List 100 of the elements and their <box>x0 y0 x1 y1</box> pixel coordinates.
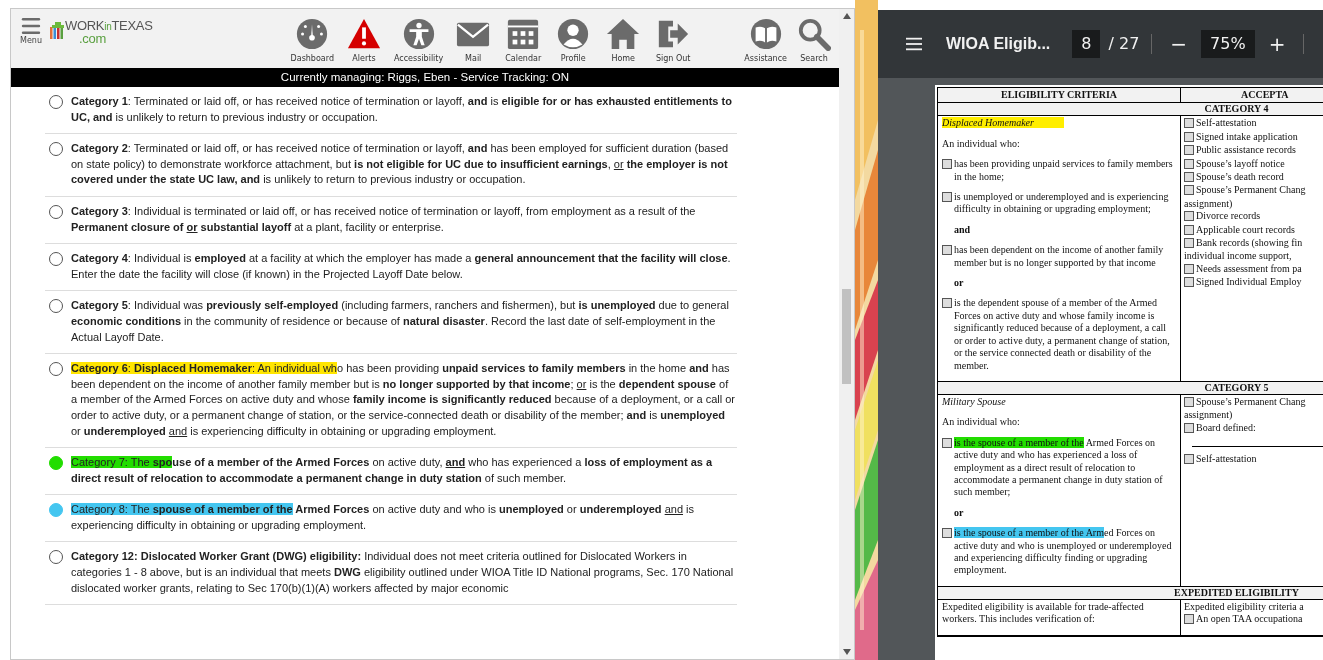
connector-text: and <box>953 223 972 237</box>
checkbox[interactable] <box>1184 118 1194 129</box>
radio-button[interactable] <box>49 362 63 377</box>
criteria-text: Signed intake application <box>1196 130 1298 144</box>
document-text: individual income support, <box>1184 250 1293 263</box>
radio-button[interactable] <box>49 252 63 267</box>
criteria-text: Applicable court records <box>1196 223 1295 237</box>
criteria-text: Needs assessment from pa <box>1196 262 1302 276</box>
nav-link[interactable]: Mail <box>451 11 496 63</box>
criteria-text: Divorce records <box>1196 210 1261 223</box>
menu-button[interactable]: Menu <box>17 11 45 45</box>
criteria-text: is unemployed or underemployed and is experiencing difficulty in obtaining or upgrading employment; <box>954 191 1170 216</box>
document-text: An individual who: <box>942 416 1021 429</box>
category-text: Category 4: Individual is employed at a facility at which the employer has made a general announcement that the facility will close. Enter the date the facility will close (if known) in the Projected Layoff Date below. <box>71 251 732 282</box>
category-text: Category 1: Terminated or laid off, or has received notice of termination or layoff, and is eligible for or has exhausted entitlements to UC, and is unlikely to return to previous industry or occupation. <box>71 94 733 125</box>
checkbox[interactable] <box>942 528 952 539</box>
criteria-text: Self-attestation <box>1196 453 1257 466</box>
criteria-text: Spouse’s Permanent Chang <box>1196 395 1306 409</box>
document-text: An individual who: <box>942 137 1021 151</box>
menu-icon[interactable] <box>904 36 924 52</box>
criteria-text: Bank records (showing fin <box>1196 237 1303 250</box>
radio-button[interactable] <box>49 142 63 157</box>
category-text: Category 3: Individual is terminated or laid off, or has received notice of termination or layoff, from employment as a result of the Permanent closure of or substantial layoff at a plant, facility or enterprise. <box>71 203 697 235</box>
zoom-field[interactable]: 75% <box>1201 30 1255 58</box>
checkbox[interactable] <box>942 298 952 309</box>
radio-button[interactable] <box>49 95 63 109</box>
calendar-icon <box>506 17 541 51</box>
warning-icon <box>346 17 381 51</box>
checkbox[interactable] <box>1184 145 1194 156</box>
checkbox[interactable] <box>942 192 952 203</box>
status-banner: Currently managing: Riggs, Eben - Service Tracking: ON <box>11 68 839 87</box>
criteria-text: is the dependent spouse of a member of the Armed Forces on active duty and whose family income is significantly reduced because of a deployment, a call or order to active duty, a permanent change of station, or the service connected death or disability of the member. <box>954 297 1171 372</box>
checkbox[interactable] <box>1184 396 1194 407</box>
profile-icon <box>556 17 591 51</box>
scrollbar-thumb[interactable] <box>842 289 851 384</box>
column-header: ACCEPTA <box>1241 89 1289 100</box>
criteria-text: has been dependent on the income of another family member but is no longer supported by that income <box>954 244 1165 270</box>
category-text: Category 2: Terminated or laid off, or has received notice of termination or layoff, and has been employed for sufficient duration (based on state policy) to demonstrate workforce attachment, but is not eligible for UC due to insufficient earnings, or the employer is not covered under the state UC law, and is unlikely to return to previous industry or occupation. <box>71 141 730 188</box>
nav-link[interactable]: Calendar <box>501 11 546 63</box>
criteria-text: Public assistance records <box>1196 144 1296 157</box>
scroll-up-icon[interactable] <box>842 13 851 19</box>
nav-link[interactable]: Accessibility <box>391 11 446 63</box>
category-text: Category 5: Individual was previously self-employed (including farmers, ranchers and fishermen), but is unemployed due to general economic conditions in the community of residence or because of natural disaster. Record the last date of self-employment in the Actual Layoff Date. <box>71 298 730 345</box>
logo-text[interactable]: WORKinTEXAS .com <box>65 20 153 45</box>
category-text: Category 7: The spouse of a member of the Armed Forces on active duty, and who has experienced a loss of employment as a direct result of relocation to accommodate a permanent change in duty station of such member. <box>71 455 714 486</box>
criteria-text: Spouse’s death record <box>1196 171 1284 184</box>
section-header: CATEGORY 4 <box>938 103 1323 117</box>
nav-link[interactable]: Alerts <box>341 11 386 63</box>
checkbox[interactable] <box>1184 131 1194 142</box>
book-icon <box>748 17 783 51</box>
checkbox[interactable] <box>942 437 952 448</box>
gauge-icon <box>295 17 330 51</box>
checkbox[interactable] <box>1184 238 1194 249</box>
category-text: Category 12: Dislocated Worker Grant (DWG) eligibility: Individual does not meet criteria outlined for Dislocated Workers in categories 1 - 8 above, but is an individual that meets DWG eligibility outlined under WIOA Title ID National programs, Sec. 170 National dislocated worker grants, relating to Sec 170(b)(1)(A) workers affected by major economic <box>71 549 735 596</box>
nav-link[interactable]: Search <box>795 11 833 63</box>
document-title: WIOA Eligib... <box>946 34 1051 54</box>
checkbox[interactable] <box>1184 185 1194 196</box>
zoom-out-button[interactable]: − <box>1164 34 1194 54</box>
checkbox[interactable] <box>1184 211 1194 222</box>
criteria-heading: Military Spouse <box>942 395 1006 407</box>
nav-link[interactable]: Sign Out <box>651 11 696 63</box>
checkbox[interactable] <box>942 159 952 170</box>
page-number-field[interactable]: 8 <box>1072 30 1101 58</box>
radio-button[interactable] <box>49 299 63 314</box>
checkbox[interactable] <box>1184 422 1194 433</box>
document-text: assignment) <box>1184 409 1234 422</box>
column-header: ELIGIBILITY CRITERIA <box>1000 89 1118 100</box>
document-text: Expedited eligibility criteria a <box>1184 600 1305 614</box>
radio-button[interactable] <box>49 550 63 565</box>
nav-link[interactable]: Profile <box>551 11 596 63</box>
zoom-in-button[interactable]: + <box>1262 34 1292 54</box>
checkbox[interactable] <box>1184 263 1194 274</box>
checkbox[interactable] <box>1184 277 1194 288</box>
scroll-down-icon[interactable] <box>842 649 851 655</box>
search-icon <box>797 17 831 51</box>
accessibility-icon <box>401 17 436 51</box>
checkbox[interactable] <box>942 245 952 256</box>
menu-icon <box>19 15 43 37</box>
home-icon <box>606 17 641 51</box>
criteria-text: An open TAA occupationa <box>1196 613 1303 626</box>
checkbox[interactable] <box>1184 172 1194 183</box>
category-text: Category 8: The spouse of a member of the Armed Forces on active duty and who is unemployed or underemployed and is experiencing difficulty in obtaining or upgrading employment. <box>71 502 695 533</box>
checkbox[interactable] <box>1184 158 1194 169</box>
criteria-text: Spouse’s layoff notice <box>1196 157 1285 171</box>
connector-text: or <box>953 277 965 290</box>
criteria-text: is the spouse of a member of the Armed Forces on active duty and who has experienced a loss of employment as a direct result of relocation to accommodate a permanent change in duty station of such member; <box>954 436 1164 499</box>
checkbox[interactable] <box>1184 224 1194 235</box>
document-text: Expedited eligibility is available for trade-affected workers. This includes verification of: <box>942 600 1145 626</box>
nav-link[interactable]: Assistance <box>742 11 789 63</box>
criteria-text: Signed Individual Employ <box>1196 276 1302 289</box>
nav-link[interactable]: Home <box>601 11 646 63</box>
checkbox[interactable] <box>1184 614 1194 625</box>
radio-button[interactable] <box>49 503 63 518</box>
radio-button[interactable] <box>49 456 63 471</box>
criteria-heading: Displaced Homemaker <box>942 117 1064 129</box>
nav-link[interactable]: Dashboard <box>288 11 336 63</box>
connector-text: or <box>953 506 965 520</box>
checkbox[interactable] <box>1184 454 1194 465</box>
criteria-text: Spouse’s Permanent Chang <box>1196 184 1306 197</box>
radio-button[interactable] <box>49 204 63 219</box>
